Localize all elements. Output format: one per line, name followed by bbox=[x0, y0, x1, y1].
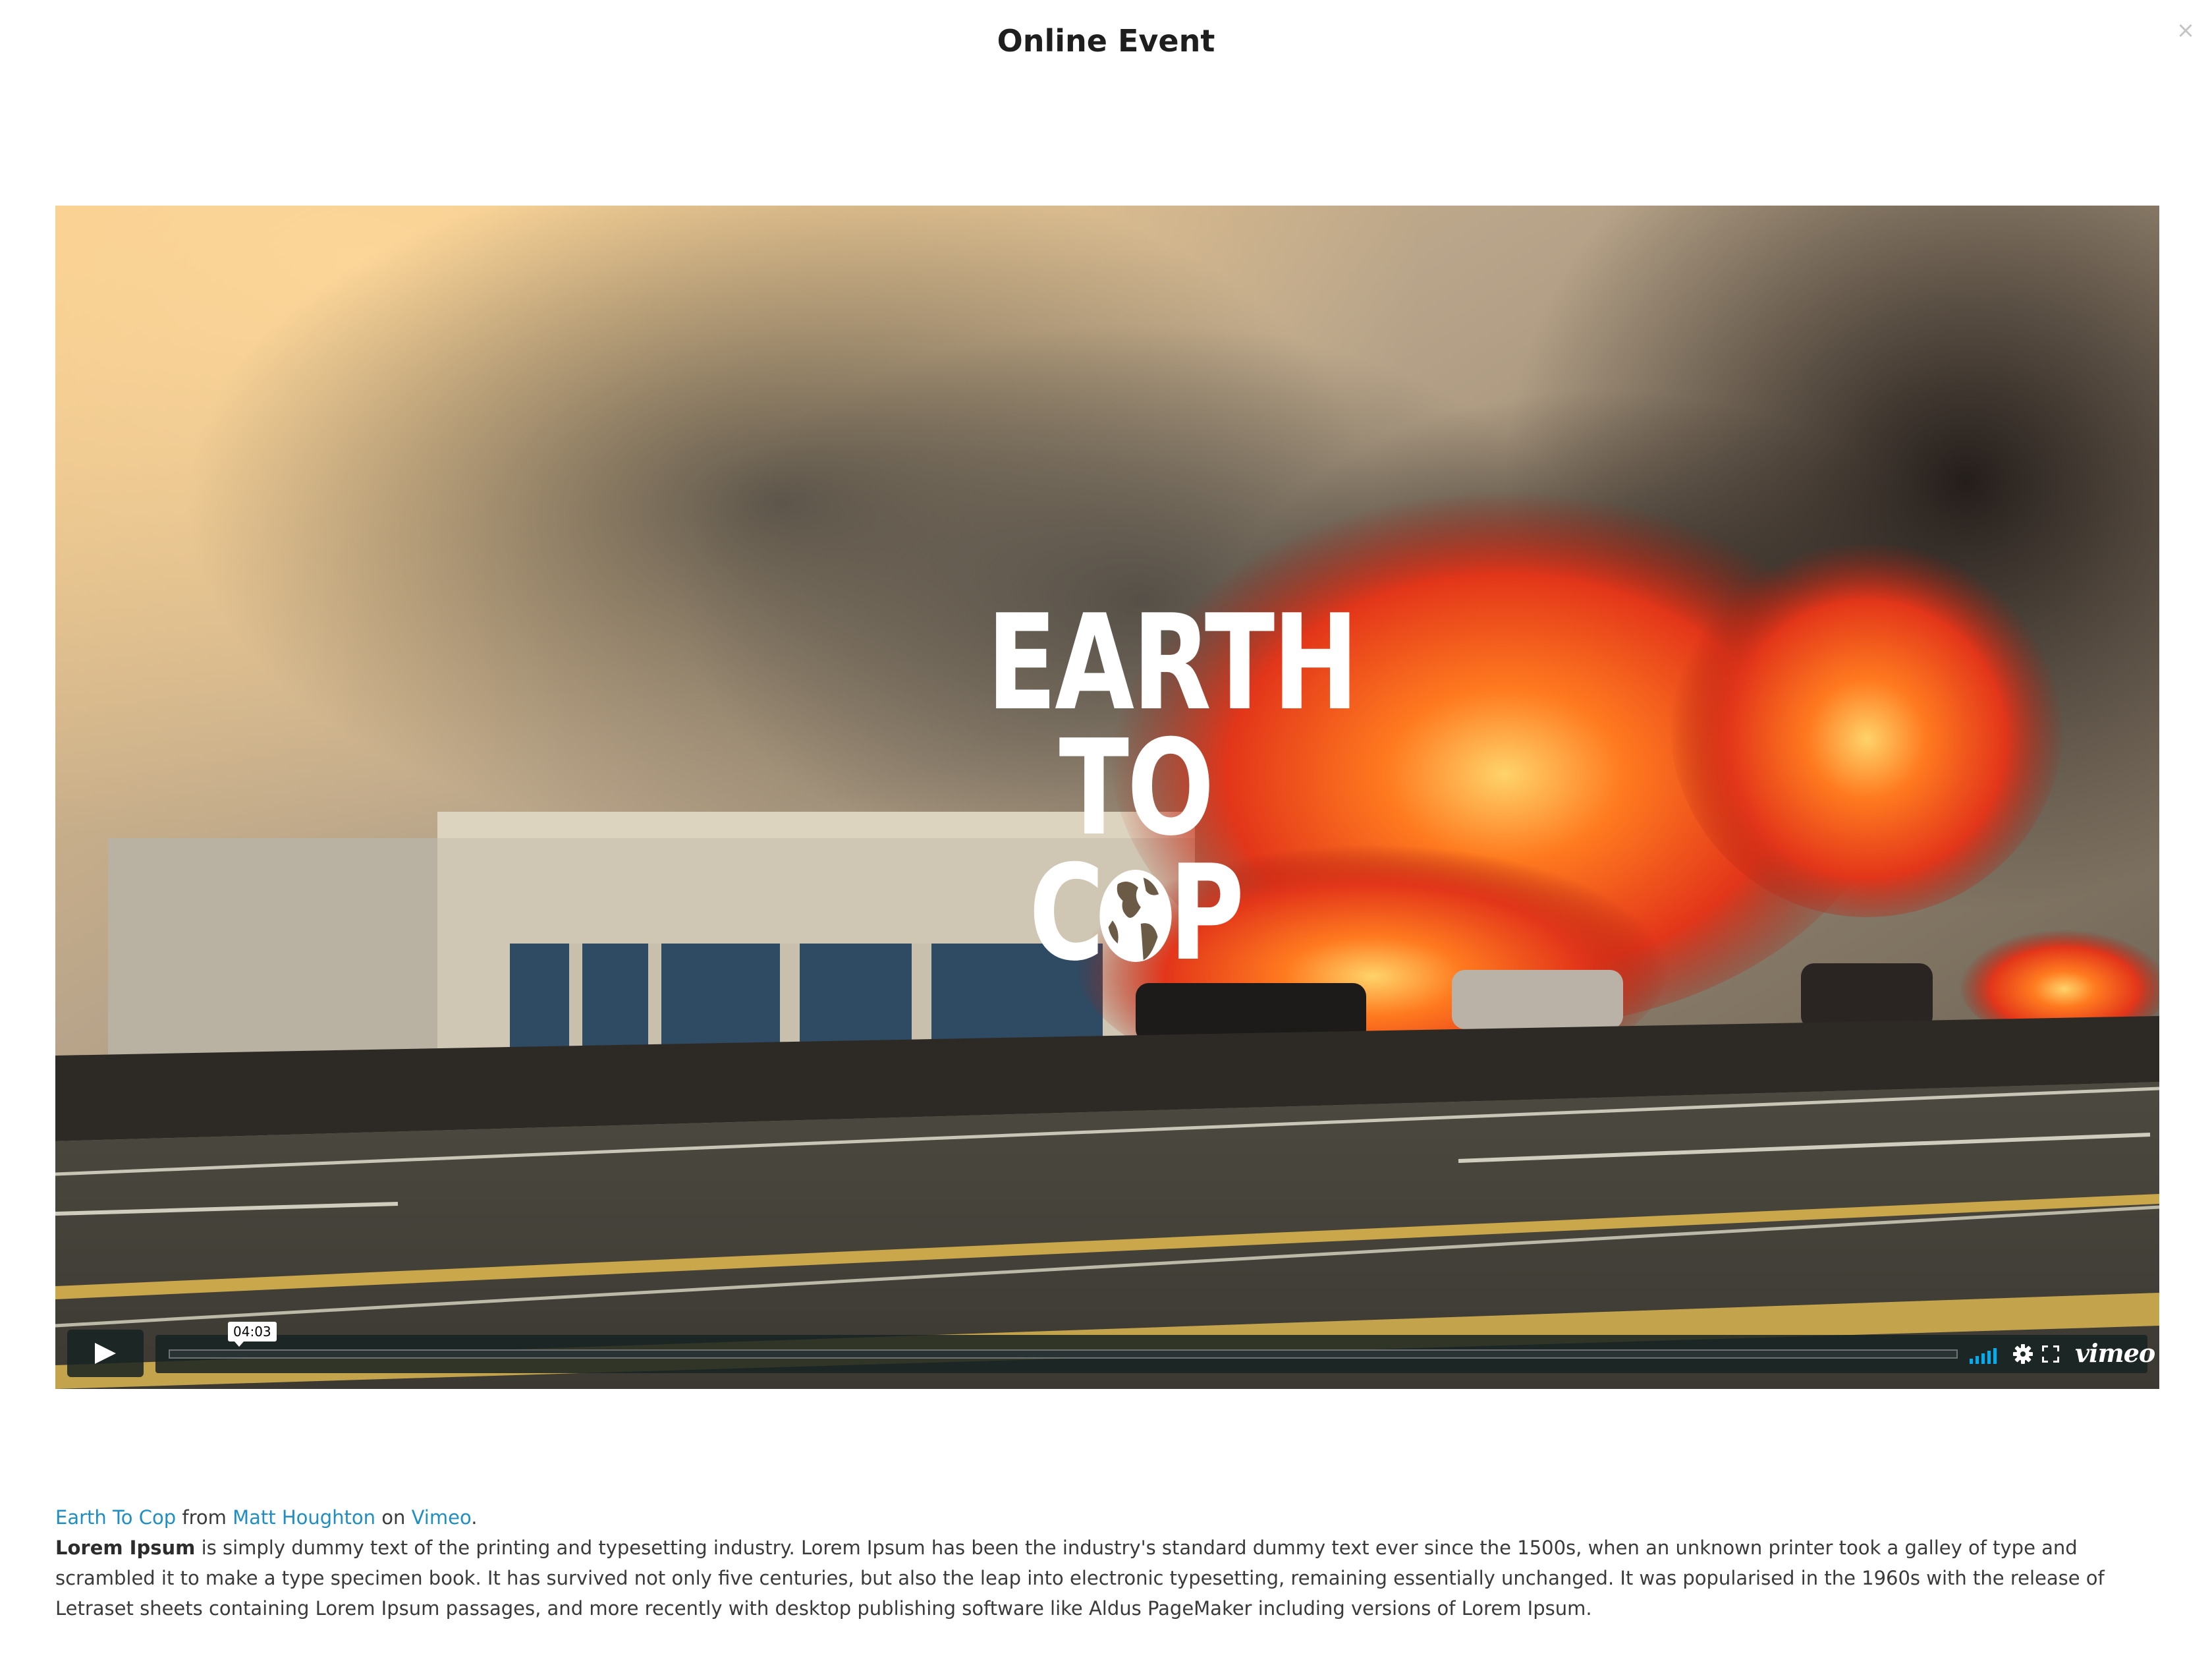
player-controls: 04:03 vimeo bbox=[67, 1322, 2155, 1377]
close-icon[interactable]: × bbox=[2176, 17, 2196, 43]
title-card-letter-c: C bbox=[1029, 837, 1104, 990]
time-tooltip: 04:03 bbox=[228, 1322, 277, 1347]
vimeo-link[interactable]: Vimeo bbox=[412, 1506, 472, 1529]
video-title-card: EARTH TO C P bbox=[945, 586, 1359, 990]
play-icon[interactable] bbox=[94, 1342, 117, 1365]
control-bar: 04:03 vimeo bbox=[155, 1322, 2155, 1373]
attribution-from-text: from bbox=[176, 1506, 233, 1529]
video-player[interactable]: EARTH TO C P 04:03 vimeo bbox=[55, 206, 2159, 1389]
page-title: Online Event bbox=[997, 23, 1215, 59]
volume-icon[interactable] bbox=[1970, 1345, 1999, 1364]
close-button[interactable]: × bbox=[2172, 17, 2199, 43]
vimeo-logo[interactable]: vimeo bbox=[2075, 1339, 2155, 1368]
attribution-on-text: on bbox=[375, 1506, 412, 1529]
video-attribution: Earth To Cop from Matt Houghton on Vimeo… bbox=[55, 1502, 2159, 1533]
title-card-line-1: EARTH bbox=[986, 586, 1359, 740]
attribution-period: . bbox=[471, 1506, 478, 1529]
author-link[interactable]: Matt Houghton bbox=[233, 1506, 375, 1529]
description-paragraph: Lorem Ipsum is simply dummy text of the … bbox=[55, 1533, 2159, 1624]
description-bold-lead: Lorem Ipsum bbox=[55, 1537, 196, 1559]
video-title-link[interactable]: Earth To Cop bbox=[55, 1506, 176, 1529]
globe-icon bbox=[1099, 870, 1172, 962]
video-description: Earth To Cop from Matt Houghton on Vimeo… bbox=[55, 1502, 2159, 1624]
play-button[interactable] bbox=[67, 1330, 144, 1377]
title-card-line-2: TO bbox=[1059, 712, 1215, 865]
progress-bar[interactable]: 04:03 bbox=[169, 1322, 1958, 1359]
fullscreen-icon[interactable] bbox=[2042, 1345, 2059, 1363]
title-card-line-3: C P bbox=[987, 837, 1285, 990]
description-body: is simply dummy text of the printing and… bbox=[55, 1537, 2105, 1620]
settings-icon[interactable] bbox=[2013, 1344, 2033, 1364]
title-card-letter-p: P bbox=[1169, 837, 1244, 990]
